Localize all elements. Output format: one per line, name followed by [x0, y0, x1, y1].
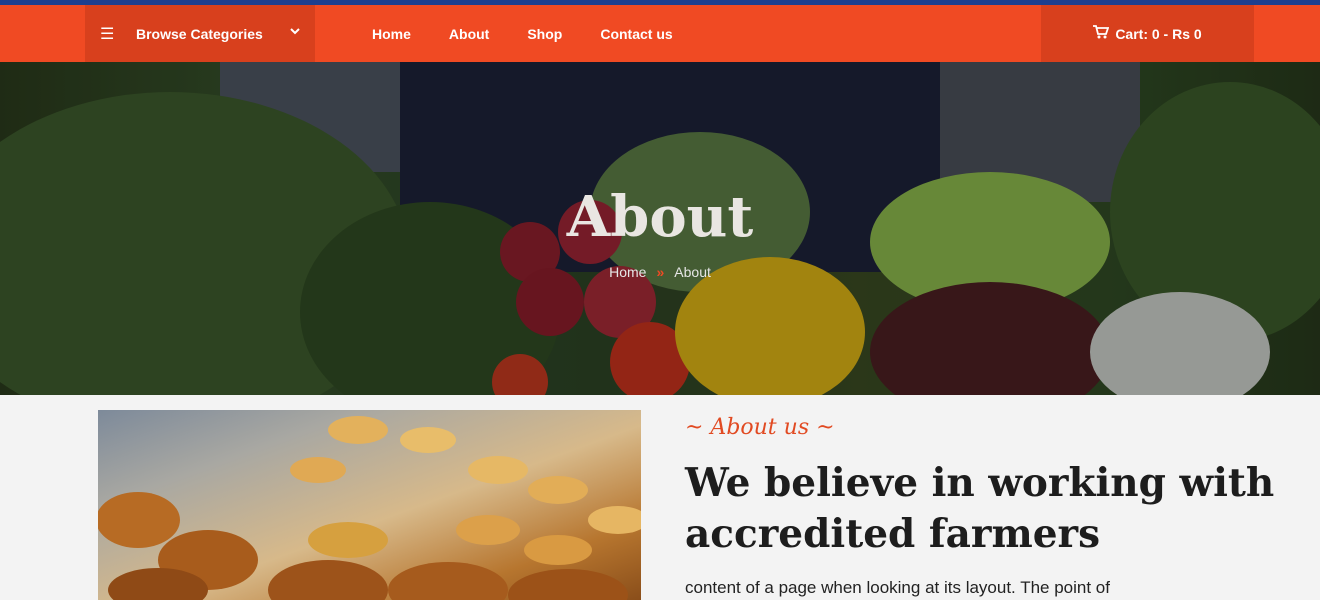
browse-categories-label: Browse Categories — [136, 25, 263, 42]
cart-button[interactable]: Cart: 0 - Rs 0 — [1041, 5, 1254, 62]
menu-shop[interactable]: Shop — [527, 26, 562, 42]
breadcrumb-home-link[interactable]: Home — [609, 264, 646, 280]
main-menu: Home About Shop Contact us — [372, 5, 711, 62]
hero-banner: About Home » About — [0, 62, 1320, 395]
cart-label: Cart: 0 - Rs 0 — [1115, 25, 1202, 42]
breadcrumb-current: About — [674, 264, 711, 280]
double-chevron-right-icon: » — [656, 264, 665, 280]
page-title: About — [566, 184, 754, 250]
section-headline: We believe in working with accredited fa… — [685, 460, 1275, 557]
hamburger-icon: ☰ — [100, 25, 115, 43]
menu-home[interactable]: Home — [372, 26, 411, 42]
pastries-illustration — [98, 416, 641, 600]
chevron-down-icon — [289, 24, 301, 42]
main-navbar: ☰ Browse Categories Home About Shop Cont… — [0, 5, 1320, 62]
section-body: content of a page when looking at its la… — [685, 578, 1110, 597]
menu-contact[interactable]: Contact us — [600, 26, 672, 42]
breadcrumb: Home » About — [0, 264, 1320, 280]
menu-about[interactable]: About — [449, 26, 489, 42]
pastries-image — [98, 410, 641, 600]
browse-categories-dropdown[interactable]: ☰ Browse Categories — [85, 5, 315, 62]
cart-icon — [1093, 25, 1115, 42]
section-kicker: ~ About us ~ — [685, 415, 835, 440]
